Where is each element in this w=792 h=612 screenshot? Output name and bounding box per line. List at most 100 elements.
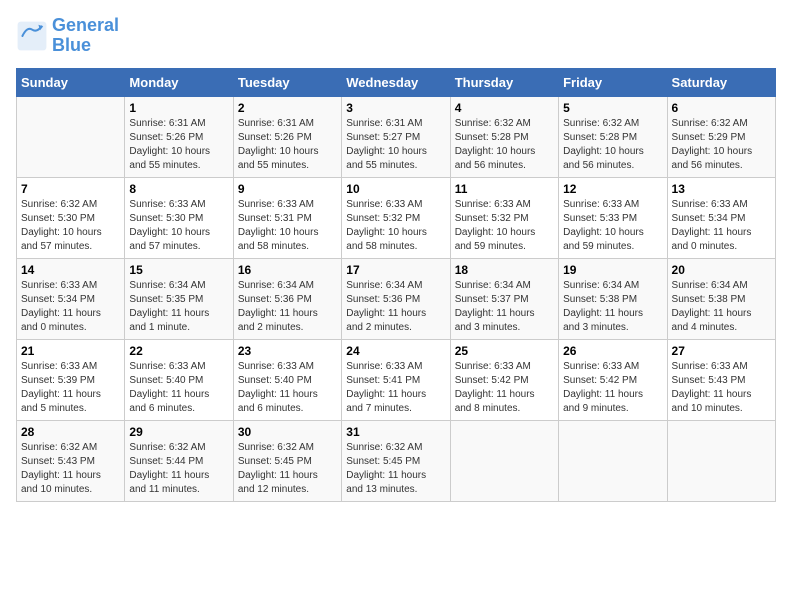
day-number: 22	[129, 344, 228, 358]
day-info: Sunrise: 6:34 AM Sunset: 5:36 PM Dayligh…	[346, 279, 445, 335]
calendar-cell: 16 Sunrise: 6:34 AM Sunset: 5:36 PM Dayli…	[233, 258, 341, 339]
week-row-3: 14Sunrise: 6:33 AM Sunset: 5:34 PM Dayli…	[17, 258, 776, 339]
day-info: Sunrise: 6:33 AM Sunset: 5:31 PM Dayligh…	[238, 198, 337, 254]
day-number: 3	[346, 101, 445, 115]
day-info: Sunrise: 6:32 AM Sunset: 5:45 PM Dayligh…	[346, 441, 445, 497]
day-number: 11	[455, 182, 554, 196]
calendar-cell: 25 Sunrise: 6:33 AM Sunset: 5:42 PM Dayli…	[450, 339, 558, 420]
logo: General Blue	[16, 16, 119, 56]
calendar-cell: 9 Sunrise: 6:33 AM Sunset: 5:31 PM Daylig…	[233, 177, 341, 258]
calendar-cell: 3 Sunrise: 6:31 AM Sunset: 5:27 PM Daylig…	[342, 96, 450, 177]
calendar-cell: 17 Sunrise: 6:34 AM Sunset: 5:36 PM Dayli…	[342, 258, 450, 339]
day-info: Sunrise: 6:34 AM Sunset: 5:38 PM Dayligh…	[563, 279, 662, 335]
day-number: 8	[129, 182, 228, 196]
calendar-body: 1 Sunrise: 6:31 AM Sunset: 5:26 PM Daylig…	[17, 96, 776, 501]
calendar-cell: 2 Sunrise: 6:31 AM Sunset: 5:26 PM Daylig…	[233, 96, 341, 177]
column-header-monday: Monday	[125, 68, 233, 96]
calendar-cell: 8 Sunrise: 6:33 AM Sunset: 5:30 PM Daylig…	[125, 177, 233, 258]
day-info: Sunrise: 6:33 AM Sunset: 5:42 PM Dayligh…	[455, 360, 554, 416]
calendar-cell: 30Sunrise: 6:32 AM Sunset: 5:45 PM Dayli…	[233, 420, 341, 501]
day-number: 12	[563, 182, 662, 196]
day-info: Sunrise: 6:34 AM Sunset: 5:35 PM Dayligh…	[129, 279, 228, 335]
day-info: Sunrise: 6:32 AM Sunset: 5:28 PM Dayligh…	[563, 117, 662, 173]
day-number: 2	[238, 101, 337, 115]
week-row-2: 7 Sunrise: 6:32 AM Sunset: 5:30 PM Daylig…	[17, 177, 776, 258]
calendar-cell: 18 Sunrise: 6:34 AM Sunset: 5:37 PM Dayli…	[450, 258, 558, 339]
day-number: 7	[21, 182, 120, 196]
day-number: 24	[346, 344, 445, 358]
day-number: 16	[238, 263, 337, 277]
header-row: SundayMondayTuesdayWednesdayThursdayFrid…	[17, 68, 776, 96]
day-info: Sunrise: 6:31 AM Sunset: 5:27 PM Dayligh…	[346, 117, 445, 173]
day-info: Sunrise: 6:33 AM Sunset: 5:42 PM Dayligh…	[563, 360, 662, 416]
day-number: 21	[21, 344, 120, 358]
day-number: 30	[238, 425, 337, 439]
day-info: Sunrise: 6:33 AM Sunset: 5:30 PM Dayligh…	[129, 198, 228, 254]
day-number: 25	[455, 344, 554, 358]
day-info: Sunrise: 6:31 AM Sunset: 5:26 PM Dayligh…	[129, 117, 228, 173]
logo-icon	[16, 20, 48, 52]
day-info: Sunrise: 6:34 AM Sunset: 5:36 PM Dayligh…	[238, 279, 337, 335]
day-number: 29	[129, 425, 228, 439]
calendar-cell: 28Sunrise: 6:32 AM Sunset: 5:43 PM Dayli…	[17, 420, 125, 501]
day-info: Sunrise: 6:34 AM Sunset: 5:38 PM Dayligh…	[672, 279, 771, 335]
calendar-cell: 4 Sunrise: 6:32 AM Sunset: 5:28 PM Daylig…	[450, 96, 558, 177]
calendar-cell	[450, 420, 558, 501]
column-header-thursday: Thursday	[450, 68, 558, 96]
week-row-1: 1 Sunrise: 6:31 AM Sunset: 5:26 PM Daylig…	[17, 96, 776, 177]
day-number: 6	[672, 101, 771, 115]
day-info: Sunrise: 6:32 AM Sunset: 5:28 PM Dayligh…	[455, 117, 554, 173]
page-header: General Blue	[16, 16, 776, 56]
day-info: Sunrise: 6:33 AM Sunset: 5:41 PM Dayligh…	[346, 360, 445, 416]
day-info: Sunrise: 6:33 AM Sunset: 5:39 PM Dayligh…	[21, 360, 120, 416]
day-number: 4	[455, 101, 554, 115]
week-row-4: 21 Sunrise: 6:33 AM Sunset: 5:39 PM Dayli…	[17, 339, 776, 420]
day-info: Sunrise: 6:32 AM Sunset: 5:30 PM Dayligh…	[21, 198, 120, 254]
day-number: 5	[563, 101, 662, 115]
day-number: 10	[346, 182, 445, 196]
calendar-cell: 1 Sunrise: 6:31 AM Sunset: 5:26 PM Daylig…	[125, 96, 233, 177]
calendar-cell: 13Sunrise: 6:33 AM Sunset: 5:34 PM Dayli…	[667, 177, 775, 258]
day-number: 13	[672, 182, 771, 196]
calendar-cell: 19 Sunrise: 6:34 AM Sunset: 5:38 PM Dayli…	[559, 258, 667, 339]
logo-text: General Blue	[52, 16, 119, 56]
calendar-cell: 5 Sunrise: 6:32 AM Sunset: 5:28 PM Daylig…	[559, 96, 667, 177]
day-number: 17	[346, 263, 445, 277]
calendar-cell: 21 Sunrise: 6:33 AM Sunset: 5:39 PM Dayli…	[17, 339, 125, 420]
column-header-tuesday: Tuesday	[233, 68, 341, 96]
day-number: 9	[238, 182, 337, 196]
calendar-cell: 15Sunrise: 6:34 AM Sunset: 5:35 PM Dayli…	[125, 258, 233, 339]
calendar-cell: 12 Sunrise: 6:33 AM Sunset: 5:33 PM Dayli…	[559, 177, 667, 258]
week-row-5: 28Sunrise: 6:32 AM Sunset: 5:43 PM Dayli…	[17, 420, 776, 501]
day-number: 18	[455, 263, 554, 277]
day-info: Sunrise: 6:31 AM Sunset: 5:26 PM Dayligh…	[238, 117, 337, 173]
day-info: Sunrise: 6:34 AM Sunset: 5:37 PM Dayligh…	[455, 279, 554, 335]
calendar-cell: 29 Sunrise: 6:32 AM Sunset: 5:44 PM Dayli…	[125, 420, 233, 501]
calendar-cell: 22Sunrise: 6:33 AM Sunset: 5:40 PM Dayli…	[125, 339, 233, 420]
column-header-wednesday: Wednesday	[342, 68, 450, 96]
day-info: Sunrise: 6:32 AM Sunset: 5:44 PM Dayligh…	[129, 441, 228, 497]
day-number: 19	[563, 263, 662, 277]
day-number: 27	[672, 344, 771, 358]
calendar-cell: 24 Sunrise: 6:33 AM Sunset: 5:41 PM Dayli…	[342, 339, 450, 420]
calendar-cell	[667, 420, 775, 501]
column-header-sunday: Sunday	[17, 68, 125, 96]
column-header-saturday: Saturday	[667, 68, 775, 96]
day-info: Sunrise: 6:33 AM Sunset: 5:32 PM Dayligh…	[455, 198, 554, 254]
calendar-cell: 6Sunrise: 6:32 AM Sunset: 5:29 PM Daylig…	[667, 96, 775, 177]
calendar-cell: 27 Sunrise: 6:33 AM Sunset: 5:43 PM Dayli…	[667, 339, 775, 420]
day-number: 1	[129, 101, 228, 115]
day-number: 23	[238, 344, 337, 358]
calendar-cell	[559, 420, 667, 501]
day-number: 20	[672, 263, 771, 277]
day-info: Sunrise: 6:33 AM Sunset: 5:43 PM Dayligh…	[672, 360, 771, 416]
day-info: Sunrise: 6:33 AM Sunset: 5:32 PM Dayligh…	[346, 198, 445, 254]
day-info: Sunrise: 6:32 AM Sunset: 5:43 PM Dayligh…	[21, 441, 120, 497]
column-header-friday: Friday	[559, 68, 667, 96]
calendar-cell: 23 Sunrise: 6:33 AM Sunset: 5:40 PM Dayli…	[233, 339, 341, 420]
day-info: Sunrise: 6:33 AM Sunset: 5:40 PM Dayligh…	[238, 360, 337, 416]
day-info: Sunrise: 6:33 AM Sunset: 5:33 PM Dayligh…	[563, 198, 662, 254]
calendar-cell: 31 Sunrise: 6:32 AM Sunset: 5:45 PM Dayli…	[342, 420, 450, 501]
day-number: 31	[346, 425, 445, 439]
day-info: Sunrise: 6:33 AM Sunset: 5:34 PM Dayligh…	[21, 279, 120, 335]
